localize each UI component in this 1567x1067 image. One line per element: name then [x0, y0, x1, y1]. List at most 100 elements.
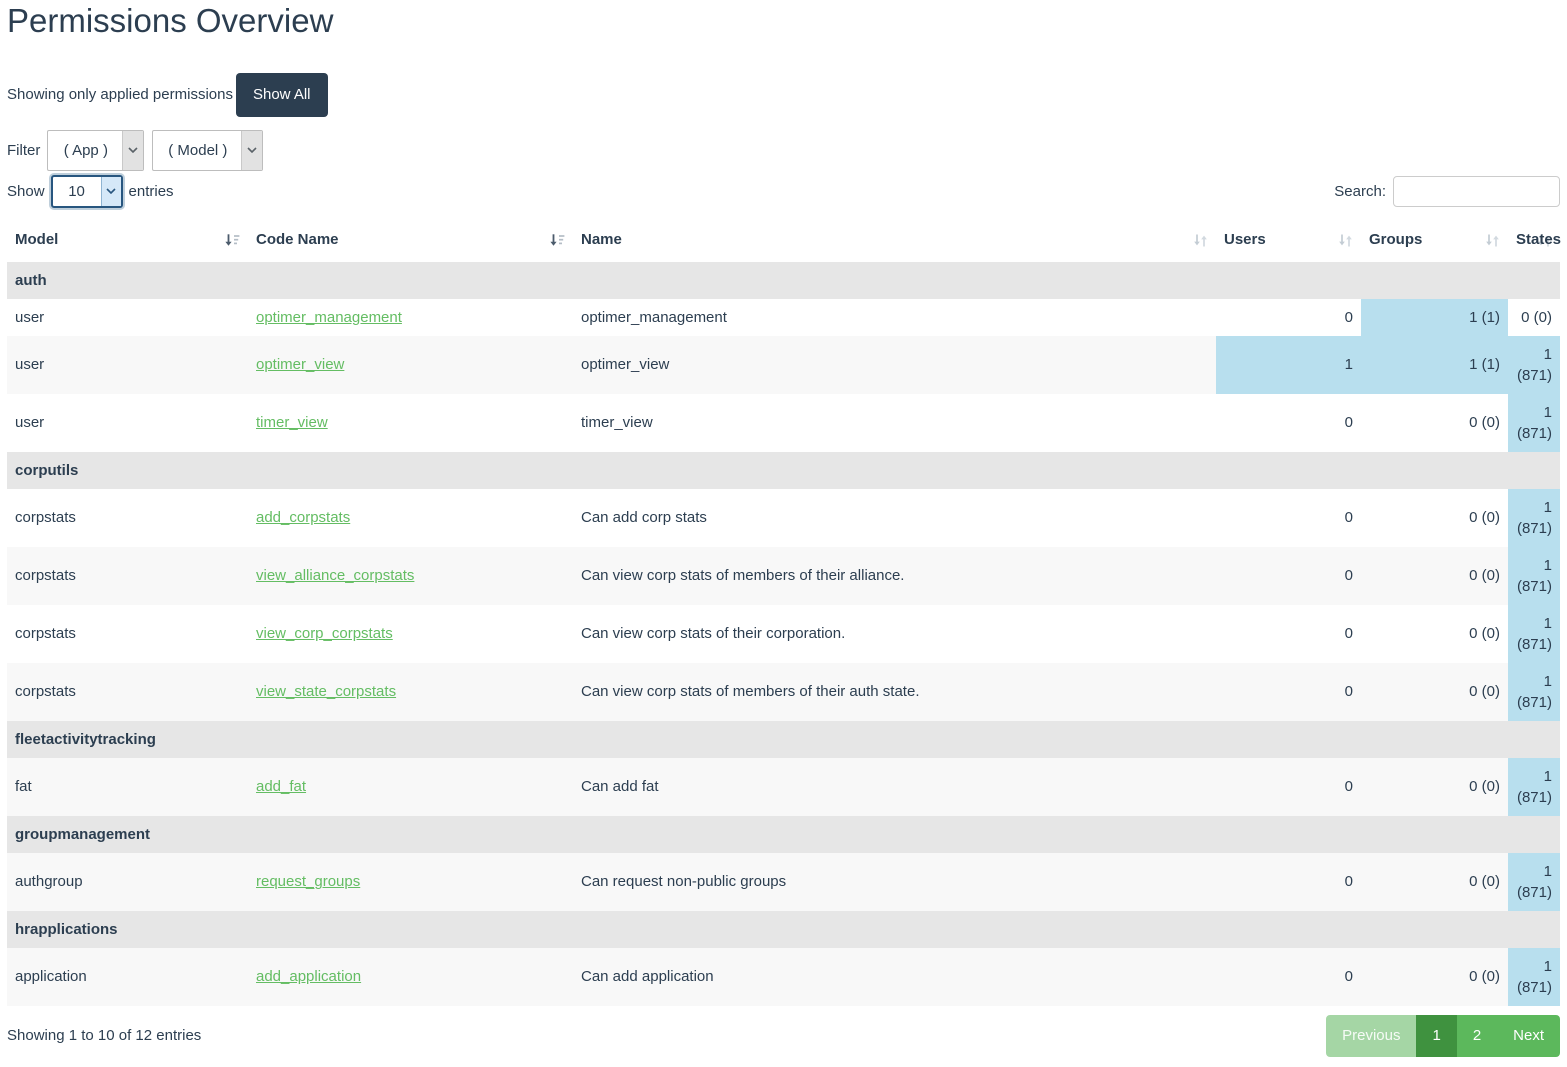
code-name-link[interactable]: optimer_view [256, 356, 344, 373]
code-name-cell: request_groups [248, 853, 573, 911]
code-name-cell: add_corpstats [248, 489, 573, 547]
users-count-cell: 0 [1216, 394, 1361, 452]
pagination-2[interactable]: 2 [1457, 1015, 1497, 1057]
permission-row: fatadd_fatCan add fat00 (0)1 (871) [7, 758, 1560, 816]
states-count-cell: 1 (871) [1508, 605, 1560, 663]
users-count-cell: 0 [1216, 605, 1361, 663]
code-name-cell: view_alliance_corpstats [248, 547, 573, 605]
code-name-cell: optimer_view [248, 336, 573, 394]
column-header-model[interactable]: Model [7, 222, 248, 262]
column-header-code-name[interactable]: Code Name [248, 222, 573, 262]
app-group-row: groupmanagement [7, 816, 1560, 853]
permission-row: useroptimer_managementoptimer_management… [7, 299, 1560, 336]
model-filter: ( Model ) [152, 130, 263, 171]
users-count-cell: 1 [1216, 336, 1361, 394]
page-length-select[interactable]: 10 [53, 177, 121, 206]
name-cell: Can view corp stats of members of their … [573, 663, 1216, 721]
code-name-link[interactable]: view_corp_corpstats [256, 625, 393, 642]
model-cell: corpstats [7, 547, 248, 605]
model-cell: application [7, 948, 248, 1006]
code-name-link[interactable]: optimer_management [256, 309, 402, 326]
search-label: Search: [1334, 183, 1386, 200]
permissions-table: Model Code Name Name Users GroupsStates auth… [7, 222, 1560, 1006]
name-cell: Can add application [573, 948, 1216, 1006]
states-count-cell: 1 (871) [1508, 336, 1560, 394]
users-count-cell: 0 [1216, 299, 1361, 336]
code-name-cell: optimer_management [248, 299, 573, 336]
name-cell: optimer_management [573, 299, 1216, 336]
code-name-link[interactable]: view_state_corpstats [256, 683, 396, 700]
table-body: auth user optimer_management optimer_manage… [7, 262, 1560, 1006]
code-name-cell: view_corp_corpstats [248, 605, 573, 663]
pagination-next[interactable]: Next [1497, 1015, 1560, 1057]
sort-both-icon [1485, 233, 1500, 254]
entries-label: entries [129, 183, 174, 200]
model-cell: fat [7, 758, 248, 816]
pagination-1[interactable]: 1 [1416, 1015, 1456, 1057]
page-title: Permissions Overview [7, 0, 1560, 40]
table-header-row: Model Code Name Name Users GroupsStates [7, 222, 1560, 262]
code-name-link[interactable]: add_application [256, 968, 361, 985]
show-label: Show [7, 183, 45, 200]
column-header-label: Model [15, 231, 58, 248]
column-header-label: Code Name [256, 231, 339, 248]
states-count-cell: 1 (871) [1508, 758, 1560, 816]
model-filter-select[interactable]: ( Model ) [153, 131, 262, 170]
model-cell: user [7, 394, 248, 452]
column-header-label: Users [1224, 231, 1266, 248]
groups-count-cell: 1 (1) [1361, 336, 1508, 394]
show-all-button[interactable]: Show All [236, 73, 328, 117]
app-group-row: hrapplications [7, 911, 1560, 948]
app-filter-select[interactable]: ( App ) [48, 131, 143, 170]
sort-amount-asc-icon [549, 233, 565, 254]
page-length: 10 [51, 175, 123, 208]
app-group-label: groupmanagement [7, 816, 1560, 853]
model-cell: user [7, 336, 248, 394]
states-count-cell: 1 (871) [1508, 489, 1560, 547]
groups-count-cell: 0 (0) [1361, 547, 1508, 605]
app-group-label: corputils [7, 452, 1560, 489]
permission-row: authgrouprequest_groupsCan request non-p… [7, 853, 1560, 911]
name-cell: timer_view [573, 394, 1216, 452]
column-header-users[interactable]: Users [1216, 222, 1361, 262]
code-name-link[interactable]: request_groups [256, 873, 360, 890]
name-cell: Can view corp stats of their corporation… [573, 605, 1216, 663]
permission-row: corpstatsadd_corpstatsCan add corp stats… [7, 489, 1560, 547]
groups-count-cell: 0 (0) [1361, 489, 1508, 547]
app-group-row: corputils [7, 452, 1560, 489]
name-cell: optimer_view [573, 336, 1216, 394]
users-count-cell: 0 [1216, 489, 1361, 547]
states-count-cell: 1 (871) [1508, 394, 1560, 452]
code-name-link[interactable]: timer_view [256, 414, 328, 431]
name-cell: Can add fat [573, 758, 1216, 816]
code-name-link[interactable]: add_fat [256, 778, 306, 795]
column-header-groups[interactable]: Groups [1361, 222, 1508, 262]
name-cell: Can add corp stats [573, 489, 1216, 547]
model-cell: authgroup [7, 853, 248, 911]
search-control: Search: [1334, 176, 1560, 207]
column-header-states[interactable]: States [1508, 222, 1560, 262]
code-name-link[interactable]: add_corpstats [256, 509, 350, 526]
groups-count-cell: 0 (0) [1361, 948, 1508, 1006]
code-name-link[interactable]: view_alliance_corpstats [256, 567, 414, 584]
toolbar: Showing only applied permissions Show Al… [7, 73, 1560, 117]
states-count-cell: 1 (871) [1508, 663, 1560, 721]
search-input[interactable] [1393, 176, 1560, 207]
permission-row: application add_application Can add applic… [7, 948, 1560, 1006]
code-name-cell: view_state_corpstats [248, 663, 573, 721]
permissions-overview-page: Permissions Overview Showing only applie… [0, 0, 1567, 1067]
groups-count-cell: 0 (0) [1361, 663, 1508, 721]
filter-row: Filter ( App ) ( Model ) [7, 130, 1560, 171]
code-name-cell: add_application [248, 948, 573, 1006]
model-cell: corpstats [7, 663, 248, 721]
groups-count-cell: 1 (1) [1361, 299, 1508, 336]
app-group-label: auth [7, 262, 1560, 299]
states-count-cell: 0 (0) [1508, 299, 1560, 336]
code-name-cell: timer_view [248, 394, 573, 452]
pagination: Previous12Next [1326, 1015, 1560, 1057]
users-count-cell: 0 [1216, 663, 1361, 721]
groups-count-cell: 0 (0) [1361, 758, 1508, 816]
column-header-name[interactable]: Name [573, 222, 1216, 262]
column-header-label: Name [581, 231, 622, 248]
code-name-cell: add_fat [248, 758, 573, 816]
